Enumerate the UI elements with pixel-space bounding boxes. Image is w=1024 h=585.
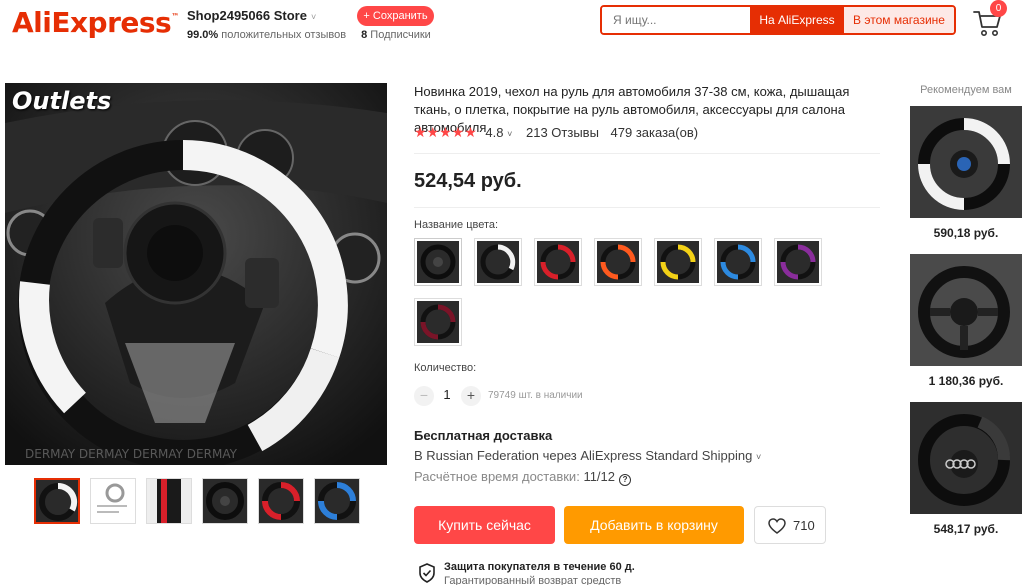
delivery-time-label: Расчётное время доставки: xyxy=(414,469,580,484)
rating-row: ★★★★★ 4.8 ˅ 213 Отзывы 479 заказа(ов) xyxy=(414,124,698,140)
swatch-yellow[interactable] xyxy=(654,238,702,286)
product-price: 524,54 руб. xyxy=(414,170,522,192)
thumbnail-2[interactable] xyxy=(90,478,136,524)
help-icon[interactable]: ? xyxy=(619,474,632,486)
add-to-cart-button[interactable]: Добавить в корзину xyxy=(564,506,744,544)
outlets-overlay: Outlets xyxy=(12,87,112,115)
wishlist-count: 710 xyxy=(793,518,815,533)
recommended-item[interactable]: 1 180,36 руб. xyxy=(910,254,1022,388)
quantity-label: Количество: xyxy=(414,362,477,374)
shipping-method-selector[interactable]: В Russian Federation через AliExpress St… xyxy=(414,448,761,463)
recommended-item[interactable]: 548,17 руб. xyxy=(910,402,1022,536)
thumbnail-1[interactable] xyxy=(34,478,80,524)
swatch-red[interactable] xyxy=(534,238,582,286)
recommended-label: Рекомендуем вам xyxy=(920,84,1012,96)
shipping-title: Бесплатная доставка xyxy=(414,428,553,443)
delivery-time: Расчётное время доставки: 11/12? xyxy=(414,469,632,486)
buyer-protection-subtitle: Гарантированный возврат средств xyxy=(444,575,622,585)
swatch-blue[interactable] xyxy=(714,238,762,286)
buyer-protection-title: Защита покупателя в течение 60 д. xyxy=(444,561,635,573)
wishlist-button[interactable]: 710 xyxy=(754,506,826,544)
recommended-item-image[interactable] xyxy=(910,402,1022,514)
search-store-button[interactable]: В этом магазине xyxy=(844,7,954,33)
shipping-route: В Russian Federation через AliExpress St… xyxy=(414,448,753,463)
svg-text:DERMAY DERMAY DERMAY DERMAY: DERMAY DERMAY DERMAY DERMAY xyxy=(25,447,238,461)
stock-available: 79749 шт. в наличии xyxy=(488,390,583,401)
divider xyxy=(414,207,880,208)
save-store-button[interactable]: + Сохранить xyxy=(357,6,434,26)
logo-text: AliExpress xyxy=(12,6,172,39)
quantity-increase-button[interactable]: + xyxy=(461,386,481,406)
search-input[interactable] xyxy=(602,7,750,33)
rating-number: 4.8 xyxy=(485,125,504,140)
color-label: Название цвета: xyxy=(414,219,499,231)
recommended-item-price: 1 180,36 руб. xyxy=(928,374,1004,388)
quantity-input[interactable]: 1 xyxy=(440,387,454,402)
aliexpress-logo[interactable]: AliExpress™ xyxy=(12,6,179,39)
chevron-down-icon: ˅ xyxy=(756,452,762,462)
recommended-item[interactable]: 590,18 руб. xyxy=(910,106,1022,240)
main-product-image[interactable]: DERMAY DERMAY DERMAY DERMAY Outlets xyxy=(5,83,387,465)
thumbnail-5[interactable] xyxy=(258,478,304,524)
search-aliexpress-button[interactable]: На AliExpress xyxy=(750,7,844,33)
store-name[interactable]: Shop2495066 Store ˅ xyxy=(187,8,316,23)
logo-tm: ™ xyxy=(171,12,179,21)
orders-count: 479 заказа(ов) xyxy=(610,125,699,140)
chevron-down-icon: ˅ xyxy=(507,129,513,139)
rating-value[interactable]: 4.8 ˅ xyxy=(485,125,512,140)
search-bar: На AliExpress В этом магазине xyxy=(600,5,956,35)
subscribers: 8 Подписчики xyxy=(361,29,431,41)
swatch-white[interactable] xyxy=(474,238,522,286)
swatch-purple[interactable] xyxy=(774,238,822,286)
positive-feedback-pct: 99.0% xyxy=(187,29,219,41)
divider xyxy=(414,153,880,154)
reviews-link[interactable]: 213 Отзывы xyxy=(526,125,599,140)
thumbnail-3[interactable] xyxy=(146,478,192,524)
recommended-item-image[interactable] xyxy=(910,106,1022,218)
swatch-black[interactable] xyxy=(414,238,462,286)
thumbnail-6[interactable] xyxy=(314,478,360,524)
heart-icon xyxy=(768,518,786,534)
rating-stars: ★★★★★ xyxy=(414,124,477,140)
top-header: AliExpress™ Shop2495066 Store ˅ 99.0% пол… xyxy=(0,0,1024,50)
recommended-item-image[interactable] xyxy=(910,254,1022,366)
swatch-orange[interactable] xyxy=(594,238,642,286)
buy-now-button[interactable]: Купить сейчас xyxy=(414,506,555,544)
thumbnail-strip xyxy=(34,478,364,524)
chevron-down-icon: ˅ xyxy=(310,12,317,22)
store-name-text: Shop2495066 Store xyxy=(187,8,307,23)
shield-check-icon xyxy=(418,563,436,583)
thumbnail-4[interactable] xyxy=(202,478,248,524)
swatch-burgundy[interactable] xyxy=(414,298,462,346)
subscribers-count: 8 xyxy=(361,29,368,41)
recommended-item-price: 548,17 руб. xyxy=(933,522,999,536)
cart-count-badge: 0 xyxy=(990,0,1007,17)
subscribers-label: Подписчики xyxy=(370,29,431,41)
positive-feedback-label: положительных отзывов xyxy=(221,29,347,41)
store-stats: 99.0% положительных отзывов 8 Подписчики xyxy=(187,29,431,41)
quantity-decrease-button[interactable]: − xyxy=(414,386,434,406)
delivery-time-value: 11/12 xyxy=(583,469,616,484)
recommended-item-price: 590,18 руб. xyxy=(933,226,999,240)
